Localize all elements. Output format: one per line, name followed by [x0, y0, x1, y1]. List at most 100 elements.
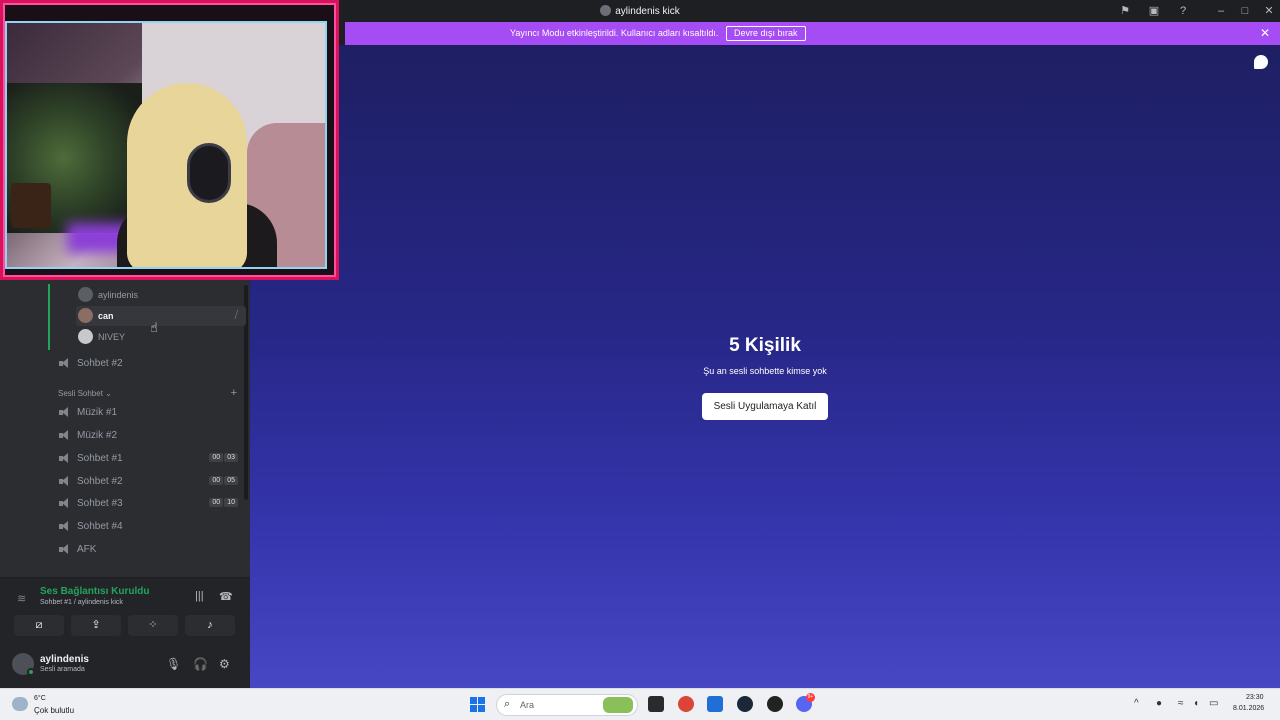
- join-voice-app-button[interactable]: Sesli Uygulamaya Katıl: [702, 393, 828, 420]
- avatar: [78, 287, 93, 302]
- call-title: 5 Kişilik: [729, 335, 801, 356]
- noise-suppression-icon[interactable]: |||: [195, 590, 204, 602]
- windows-start-icon[interactable]: [470, 697, 485, 712]
- voice-channel[interactable]: Müzik #2: [58, 426, 243, 446]
- channel-name: Müzik #2: [77, 430, 118, 441]
- voice-call-area: 5 Kişilik Şu an sesli sohbette kimse yok…: [250, 45, 1280, 688]
- avatar: [78, 308, 93, 323]
- voice-channel[interactable]: Sohbet #2: [58, 354, 243, 374]
- search-highlight-icon: [603, 697, 633, 713]
- channel-name: Sohbet #2: [77, 358, 123, 369]
- headset-icon: [187, 143, 231, 203]
- file-manager-icon[interactable]: [648, 696, 664, 712]
- user-count-badge: 00: [209, 476, 224, 485]
- disconnect-icon[interactable]: ☎: [219, 590, 233, 603]
- streamer-mode-banner: Yayıncı Modu etkinleştirildi. Kullanıcı …: [345, 22, 1280, 45]
- webcam-feed: [5, 21, 327, 269]
- speaker-icon: [58, 497, 71, 510]
- member-name: can: [98, 311, 114, 321]
- user-limit-badge: 10: [224, 498, 238, 507]
- headphones-icon[interactable]: 🎧: [193, 657, 208, 671]
- channel-name: Sohbet #4: [77, 521, 123, 532]
- search-placeholder: Ara: [520, 700, 535, 710]
- user-limit-badge: 05: [224, 476, 238, 485]
- channel-name: Sohbet #3: [77, 498, 123, 509]
- help-icon[interactable]: ?: [1175, 3, 1191, 19]
- chat-icon[interactable]: [1254, 55, 1268, 69]
- user-panel: aylindenis Sesli aramada 🎙 🎧 ⚙: [0, 645, 250, 688]
- banner-text: Yayıncı Modu etkinleştirildi. Kullanıcı …: [510, 28, 719, 38]
- speaker-icon: [58, 543, 71, 556]
- channel-name: Müzik #1: [77, 407, 118, 418]
- member-name: aylindenis: [98, 290, 139, 300]
- maximize-button[interactable]: □: [1237, 3, 1253, 19]
- voice-channel[interactable]: Sohbet #1 00 03: [58, 449, 243, 469]
- call-subtitle: Şu an sesli sohbette kimse yok: [703, 366, 827, 376]
- inbox-icon[interactable]: ▣: [1146, 3, 1162, 19]
- username[interactable]: aylindenis: [40, 654, 89, 665]
- signal-icon[interactable]: ≋: [17, 592, 26, 605]
- add-channel-icon[interactable]: +: [231, 387, 237, 399]
- volume-icon[interactable]: ◖: [1193, 698, 1199, 709]
- screen-share-button[interactable]: ⇪: [71, 615, 121, 636]
- soundboard-button[interactable]: ♪: [185, 615, 235, 636]
- voice-member[interactable]: NIVEY: [76, 327, 246, 347]
- voice-channel[interactable]: Sohbet #2 00 05: [58, 472, 243, 492]
- voice-status-title[interactable]: Ses Bağlantısı Kuruldu: [40, 586, 149, 597]
- user-count-badge: 00: [209, 498, 224, 507]
- category-label: Sesli Sohbet ⌄: [58, 389, 112, 398]
- battery-icon[interactable]: ▭: [1209, 698, 1218, 709]
- cursor-hand-icon: ☝: [150, 320, 158, 335]
- voice-channel[interactable]: Sohbet #3 00 10: [58, 494, 243, 514]
- voice-member[interactable]: aylindenis: [76, 285, 246, 305]
- avatar: [78, 329, 93, 344]
- clock-time[interactable]: 23:30: [1246, 694, 1264, 701]
- speaker-icon: [58, 406, 71, 419]
- weather-cloud-icon[interactable]: [12, 697, 28, 711]
- mic-tray-icon[interactable]: ●: [1156, 698, 1162, 709]
- channel-name: Sohbet #1: [77, 453, 123, 464]
- webcam-overlay: [0, 0, 339, 280]
- speaker-icon: [58, 520, 71, 533]
- voice-connected-line: [48, 284, 50, 350]
- user-limit-badge: 03: [224, 453, 238, 462]
- voice-channel[interactable]: AFK: [58, 540, 243, 560]
- online-status-icon: [27, 668, 35, 676]
- speaker-icon: [58, 357, 71, 370]
- weather-temp[interactable]: 6°C: [34, 695, 46, 702]
- steam-icon[interactable]: [737, 696, 753, 712]
- voice-channel[interactable]: Sohbet #4: [58, 517, 243, 537]
- speaker-icon: [58, 475, 71, 488]
- taskbar: 6°C Çok bulutlu ⌕ Ara 9+ ^ ● ≈ ◖ ▭ 23:30…: [0, 688, 1280, 720]
- member-name: NIVEY: [98, 332, 126, 342]
- channel-name: AFK: [77, 544, 97, 555]
- speaker-icon: [58, 429, 71, 442]
- clock-date[interactable]: 8.01.2026: [1233, 705, 1264, 712]
- chrome-icon[interactable]: [678, 696, 694, 712]
- app-icon[interactable]: [767, 696, 783, 712]
- flag-icon[interactable]: ⚑: [1117, 3, 1133, 19]
- speaker-icon: [58, 452, 71, 465]
- chevron-up-icon[interactable]: ^: [1134, 698, 1139, 709]
- microphone-icon[interactable]: 🎙: [166, 657, 181, 671]
- search-icon: ⌕: [504, 698, 511, 710]
- close-icon[interactable]: ✕: [1260, 26, 1270, 40]
- taskbar-search[interactable]: ⌕ Ara: [496, 694, 638, 716]
- wifi-icon[interactable]: ≈: [1178, 698, 1184, 709]
- store-icon[interactable]: [707, 696, 723, 712]
- minimize-button[interactable]: –: [1213, 3, 1229, 19]
- weather-description[interactable]: Çok bulutlu: [34, 706, 74, 715]
- category-header[interactable]: Sesli Sohbet ⌄ +: [58, 387, 240, 401]
- server-icon: [600, 5, 612, 16]
- close-window-button[interactable]: ✕: [1261, 3, 1277, 19]
- activities-button[interactable]: ⁘: [128, 615, 178, 636]
- disable-streamer-mode-button[interactable]: Devre dışı bırak: [726, 26, 806, 41]
- channel-name: Sohbet #2: [77, 476, 123, 487]
- voice-member[interactable]: can ⧸: [76, 306, 246, 326]
- voice-status-panel: ≋ Ses Bağlantısı Kuruldu Sohbet #1 / ayl…: [0, 577, 250, 645]
- window-title: aylindenis kick: [615, 6, 680, 17]
- camera-off-button[interactable]: ⧄: [14, 615, 64, 636]
- settings-gear-icon[interactable]: ⚙: [219, 657, 230, 671]
- voice-status-subtitle[interactable]: Sohbet #1 / aylindenis kick: [40, 599, 123, 606]
- voice-channel[interactable]: Müzik #1: [58, 403, 243, 423]
